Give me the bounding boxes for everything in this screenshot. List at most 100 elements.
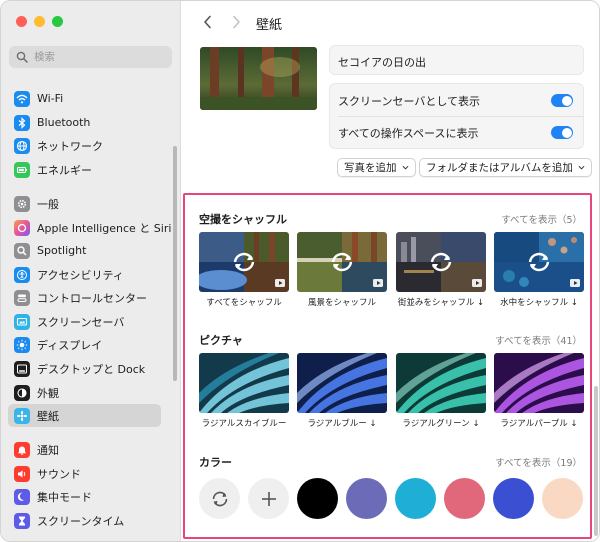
aerial-shuffle-all-thumbnail[interactable] bbox=[199, 232, 289, 292]
radial-purple-thumbnail[interactable] bbox=[494, 353, 584, 413]
aerial-show-all-link[interactable]: すべてを表示（5） bbox=[501, 212, 582, 226]
sidebar-item-screensaver[interactable]: スクリーンセーバ bbox=[8, 310, 161, 333]
colors-show-all-link[interactable]: すべてを表示（19） bbox=[495, 455, 582, 469]
aerial-shuffle-city-thumbnail[interactable] bbox=[396, 232, 486, 292]
search-field[interactable] bbox=[9, 46, 172, 68]
sidebar-item-label: デスクトップと Dock bbox=[37, 362, 146, 376]
sidebar-item-desktop-dock[interactable]: デスクトップと Dock bbox=[8, 357, 161, 380]
back-button[interactable] bbox=[199, 13, 215, 31]
globe-icon bbox=[14, 137, 30, 154]
sidebar-item-label: エネルギー bbox=[37, 163, 92, 177]
sidebar-item-label: Spotlight bbox=[37, 244, 87, 257]
sidebar-item-label: ディスプレイ bbox=[37, 338, 103, 352]
settings-window: Wi-Fi Bluetooth ネットワーク エネルギー 一般 Apple In… bbox=[0, 0, 600, 542]
plus-icon bbox=[261, 491, 276, 506]
screensaver-option-label: スクリーンセーバとして表示 bbox=[338, 95, 481, 108]
gear-icon bbox=[14, 195, 30, 212]
pictures-show-all-link[interactable]: すべてを表示（41） bbox=[495, 333, 582, 347]
colors-section-title: カラー bbox=[199, 456, 232, 469]
hourglass-icon bbox=[14, 512, 30, 529]
chevron-right-icon bbox=[232, 15, 240, 29]
radial-sky-blue-thumbnail[interactable] bbox=[199, 353, 289, 413]
sidebar-scrollbar[interactable] bbox=[173, 146, 177, 381]
sidebar-item-appearance[interactable]: 外観 bbox=[8, 381, 161, 404]
sidebar-item-label: 通知 bbox=[37, 443, 59, 457]
color-swatch[interactable] bbox=[395, 478, 436, 519]
sidebar-item-apple-intelligence[interactable]: Apple Intelligence と Siri bbox=[8, 216, 171, 239]
sidebar-item-screen-time[interactable]: スクリーンタイム bbox=[8, 509, 161, 532]
sidebar-item-label: ネットワーク bbox=[37, 139, 103, 153]
sidebar-item-notifications[interactable]: 通知 bbox=[8, 438, 161, 461]
forward-button[interactable] bbox=[228, 13, 244, 31]
color-swatch[interactable] bbox=[493, 478, 534, 519]
radial-green-thumbnail[interactable] bbox=[396, 353, 486, 413]
auto-rotate-color-button[interactable] bbox=[199, 478, 240, 519]
thumbnail-caption: ラジアルスカイブルー bbox=[201, 419, 287, 429]
aerial-shuffle-landscape-thumbnail[interactable] bbox=[297, 232, 387, 292]
sidebar-item-label: スクリーンタイム bbox=[37, 514, 125, 528]
accessibility-icon bbox=[14, 266, 30, 283]
sidebar-item-control-center[interactable]: コントロールセンター bbox=[8, 286, 161, 309]
bluetooth-icon bbox=[14, 114, 30, 131]
sidebar-item-accessibility[interactable]: アクセシビリティ bbox=[8, 263, 161, 286]
moon-icon bbox=[14, 488, 30, 505]
add-photo-label: 写真を追加 bbox=[344, 162, 397, 174]
aerial-shuffle-underwater-thumbnail[interactable] bbox=[494, 232, 584, 292]
sidebar-item-label: コントロールセンター bbox=[37, 291, 147, 305]
all-spaces-toggle[interactable] bbox=[551, 126, 573, 139]
sidebar-item-general[interactable]: 一般 bbox=[8, 192, 161, 215]
pictures-section-title: ピクチャ bbox=[199, 334, 243, 347]
wifi-icon bbox=[14, 90, 30, 107]
sidebar-item-sound[interactable]: サウンド bbox=[8, 462, 161, 485]
add-color-button[interactable] bbox=[248, 478, 289, 519]
add-folder-button[interactable]: フォルダまたはアルバムを追加 bbox=[419, 158, 592, 177]
sidebar-item-label: スクリーンセーバ bbox=[37, 315, 125, 329]
sidebar-item-label: 集中モード bbox=[37, 490, 92, 504]
color-swatch[interactable] bbox=[297, 478, 338, 519]
sidebar-item-label: Bluetooth bbox=[37, 116, 91, 129]
control-center-icon bbox=[14, 289, 30, 306]
sidebar-item-bluetooth[interactable]: Bluetooth bbox=[8, 111, 161, 134]
thumbnail-caption: 街並みをシャッフル ↓ bbox=[397, 298, 485, 308]
sidebar-item-wallpaper[interactable]: 壁紙 bbox=[8, 404, 161, 427]
sidebar-item-label: 外観 bbox=[37, 386, 59, 400]
main-pane: 壁紙 セコイアの日の出 スクリーンセーバとして表示 すべての操作スペースに表示 bbox=[182, 1, 599, 541]
sidebar-item-label: 壁紙 bbox=[37, 409, 59, 423]
sidebar-item-spotlight[interactable]: Spotlight bbox=[8, 239, 161, 262]
radial-blue-thumbnail[interactable] bbox=[297, 353, 387, 413]
thumbnail-caption: 風景をシャッフル bbox=[307, 298, 376, 308]
current-wallpaper-name: セコイアの日の出 bbox=[338, 56, 426, 69]
thumbnail-caption: 水中をシャッフル ↓ bbox=[500, 298, 578, 308]
wallpaper-name-box: セコイアの日の出 bbox=[329, 45, 584, 75]
aerial-section-title: 空撮をシャッフル bbox=[199, 213, 287, 226]
sidebar-item-wifi[interactable]: Wi-Fi bbox=[8, 87, 161, 110]
close-window-button[interactable] bbox=[16, 16, 27, 27]
add-photo-button[interactable]: 写真を追加 bbox=[337, 158, 416, 177]
minimize-window-button[interactable] bbox=[34, 16, 45, 27]
divider bbox=[338, 116, 583, 117]
sidebar-item-network[interactable]: ネットワーク bbox=[8, 134, 161, 157]
siri-icon bbox=[14, 219, 30, 236]
page-title: 壁紙 bbox=[256, 18, 283, 33]
sidebar-item-display[interactable]: ディスプレイ bbox=[8, 333, 161, 356]
sidebar-item-energy[interactable]: エネルギー bbox=[8, 158, 161, 181]
color-swatch[interactable] bbox=[346, 478, 387, 519]
sidebar-item-focus[interactable]: 集中モード bbox=[8, 485, 161, 508]
screensaver-toggle[interactable] bbox=[551, 94, 573, 107]
sidebar: Wi-Fi Bluetooth ネットワーク エネルギー 一般 Apple In… bbox=[1, 1, 181, 541]
thumbnail-caption: ラジアルブルー ↓ bbox=[307, 419, 377, 429]
all-spaces-option-label: すべての操作スペースに表示 bbox=[338, 127, 479, 140]
main-scrollbar[interactable] bbox=[594, 386, 598, 536]
bell-icon bbox=[14, 441, 30, 458]
search-input[interactable] bbox=[34, 51, 164, 63]
chevron-down-icon bbox=[578, 165, 585, 170]
search-icon bbox=[16, 51, 28, 63]
color-swatch[interactable] bbox=[444, 478, 485, 519]
sidebar-item-label: アクセシビリティ bbox=[37, 268, 124, 282]
sidebar-item-label: サウンド bbox=[37, 467, 81, 481]
color-swatch[interactable] bbox=[542, 478, 583, 519]
zoom-window-button[interactable] bbox=[52, 16, 63, 27]
sidebar-item-label: Apple Intelligence と Siri bbox=[37, 221, 172, 235]
add-folder-label: フォルダまたはアルバムを追加 bbox=[426, 162, 573, 174]
thumbnail-caption: ラジアルパープル ↓ bbox=[500, 419, 578, 429]
